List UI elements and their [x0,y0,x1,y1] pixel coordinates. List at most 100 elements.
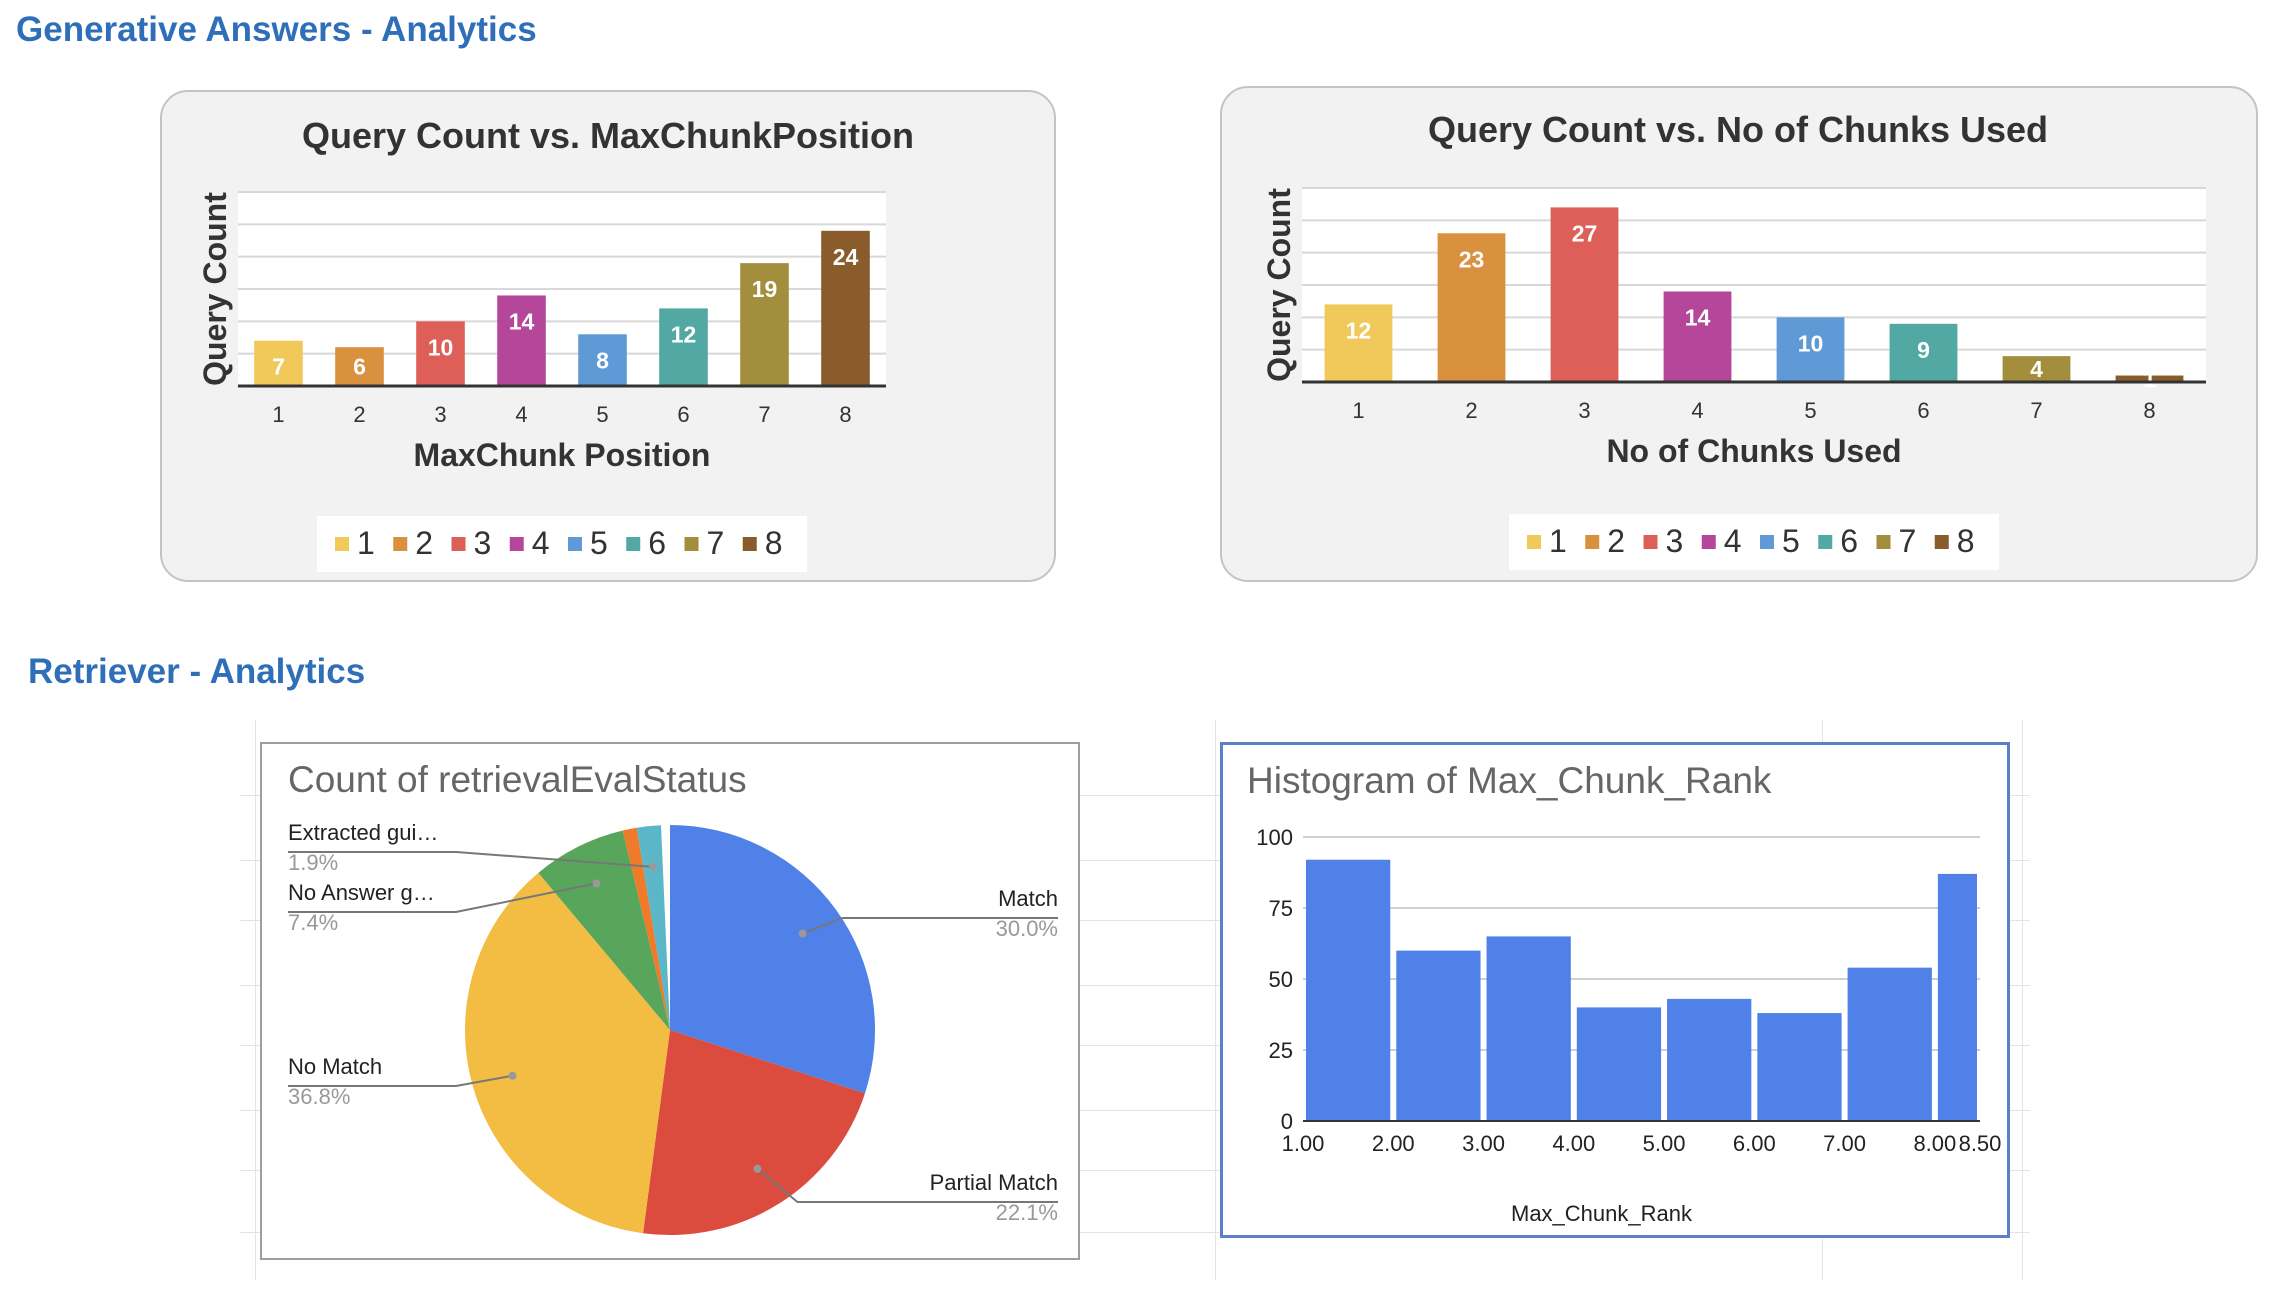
slice-label: No Match [288,1054,382,1079]
chart-title: Query Count vs. No of Chunks Used [1428,109,2048,150]
legend-swatch [684,537,699,551]
histogram-bar [1847,967,1932,1121]
histogram-bar [1486,936,1571,1121]
legend-label: 4 [532,525,550,561]
legend-swatch [335,537,349,551]
x-tick-label: 4 [1691,398,1703,423]
data-label: 1 [2143,366,2156,392]
slice-label: Extracted gui… [288,820,438,845]
generative-section-title: Generative Answers - Analytics [16,10,537,49]
legend-label: 7 [1899,523,1917,559]
legend-box [317,516,807,572]
legend-label: 8 [1957,523,1975,559]
histogram-bar [1396,950,1481,1121]
x-tick-label: 4.00 [1552,1131,1595,1156]
legend-label: 5 [590,525,608,561]
y-tick-label: 75 [1269,896,1293,921]
legend-label: 3 [1666,523,1684,559]
slice-percent: 1.9% [288,850,338,875]
legend-swatch [1527,535,1541,549]
data-label: 6 [353,354,366,380]
legend-swatch [393,537,408,551]
callout-dot [753,1164,762,1173]
legend-label: 2 [1607,523,1625,559]
x-tick-label: 1.00 [1282,1131,1325,1156]
histogram-bar [1306,859,1391,1121]
data-label: 24 [833,244,859,270]
legend-swatch [1701,535,1716,549]
legend-swatch [568,537,582,551]
legend-box [1509,514,1999,570]
slice-label: No Answer g… [288,880,435,905]
data-label: 12 [671,321,697,347]
legend-swatch [1934,535,1949,549]
histogram-max-chunk-rank[interactable]: Histogram of Max_Chunk_Rank02550751001.0… [1223,745,2007,1235]
x-tick-label: 7 [2030,398,2042,423]
x-tick-label: 3 [1578,398,1590,423]
legend-swatch [742,537,757,551]
legend-label: 1 [357,525,375,561]
x-tick-label: 8 [839,402,851,427]
x-tick-label: 3.00 [1462,1131,1505,1156]
x-tick-label: 5 [596,402,608,427]
data-label: 10 [428,334,454,360]
legend-swatch [626,537,641,551]
legend-swatch [1643,535,1658,549]
data-label: 4 [2030,356,2043,382]
x-axis-label: MaxChunk Position [414,437,711,473]
pie-chart-retrieval-status[interactable]: Count of retrievalEvalStatus Match 30.0% Pa… [262,744,1078,1258]
y-axis-label: Query Count [197,192,233,386]
legend-label: 1 [1549,523,1567,559]
legend-swatch [1876,535,1891,549]
x-tick-label: 6 [1917,398,1929,423]
x-tick-label: 8.50 [1959,1131,2002,1156]
slice-label: Match [998,886,1058,911]
slice-percent: 22.1% [996,1200,1058,1225]
callout-dot [649,862,658,871]
x-tick-label: 1 [272,402,284,427]
sheet-gridline [255,720,256,1280]
chart-panel-chunks-used: Query Count vs. No of Chunks Used 12 1 23 2 2… [1220,86,2258,582]
histogram-bar [1576,1007,1662,1121]
legend-label: 4 [1724,523,1742,559]
x-tick-label: 8 [2143,398,2155,423]
slice-percent: 7.4% [288,910,338,935]
bar-chart-chunks-used[interactable]: Query Count vs. No of Chunks Used1212322… [1222,88,2256,580]
legend-label: 5 [1782,523,1800,559]
bar-chart-maxchunk-position[interactable]: Query Count vs. MaxChunkPosition 7 1 6 2 10 3 1… [162,92,1054,580]
histogram-container: Histogram of Max_Chunk_Rank 0 25 50 75 100 1.0… [1220,742,2010,1238]
legend-swatch [1585,535,1600,549]
data-label: 8 [596,347,609,373]
data-label: 9 [1917,337,1930,363]
x-tick-label: 7 [758,402,770,427]
slice-percent: 30.0% [996,916,1058,941]
callout-dot [798,929,807,938]
data-label: 14 [509,308,535,334]
x-tick-label: 1 [1352,398,1364,423]
legend-swatch [1760,535,1774,549]
chart-title: Histogram of Max_Chunk_Rank [1247,760,1772,801]
legend-label: 8 [765,525,783,561]
data-label: 23 [1459,246,1485,272]
legend-swatch [509,537,524,551]
x-axis-label: Max_Chunk_Rank [1511,1201,1693,1226]
x-tick-label: 6.00 [1733,1131,1776,1156]
y-tick-label: 25 [1269,1038,1293,1063]
x-tick-label: 4 [515,402,527,427]
sheet-gridline [2022,720,2023,1280]
data-label: 12 [1346,317,1372,343]
slice-percent: 36.8% [288,1084,350,1109]
callout-dot [592,879,601,888]
legend-label: 7 [707,525,725,561]
legend-label: 6 [1840,523,1858,559]
chart-panel-maxchunk-position: Query Count vs. MaxChunkPosition 7 1 6 2 10 3 1… [160,90,1056,582]
chart-title: Query Count vs. MaxChunkPosition [302,115,914,156]
sheet-gridline [1215,720,1216,1280]
callout-dot [508,1071,517,1080]
x-axis-label: No of Chunks Used [1606,433,1901,469]
x-tick-label: 6 [677,402,689,427]
legend-swatch [451,537,466,551]
y-tick-label: 100 [1256,825,1293,850]
histogram-bar [1667,998,1752,1121]
x-tick-label: 8.00 [1913,1131,1956,1156]
